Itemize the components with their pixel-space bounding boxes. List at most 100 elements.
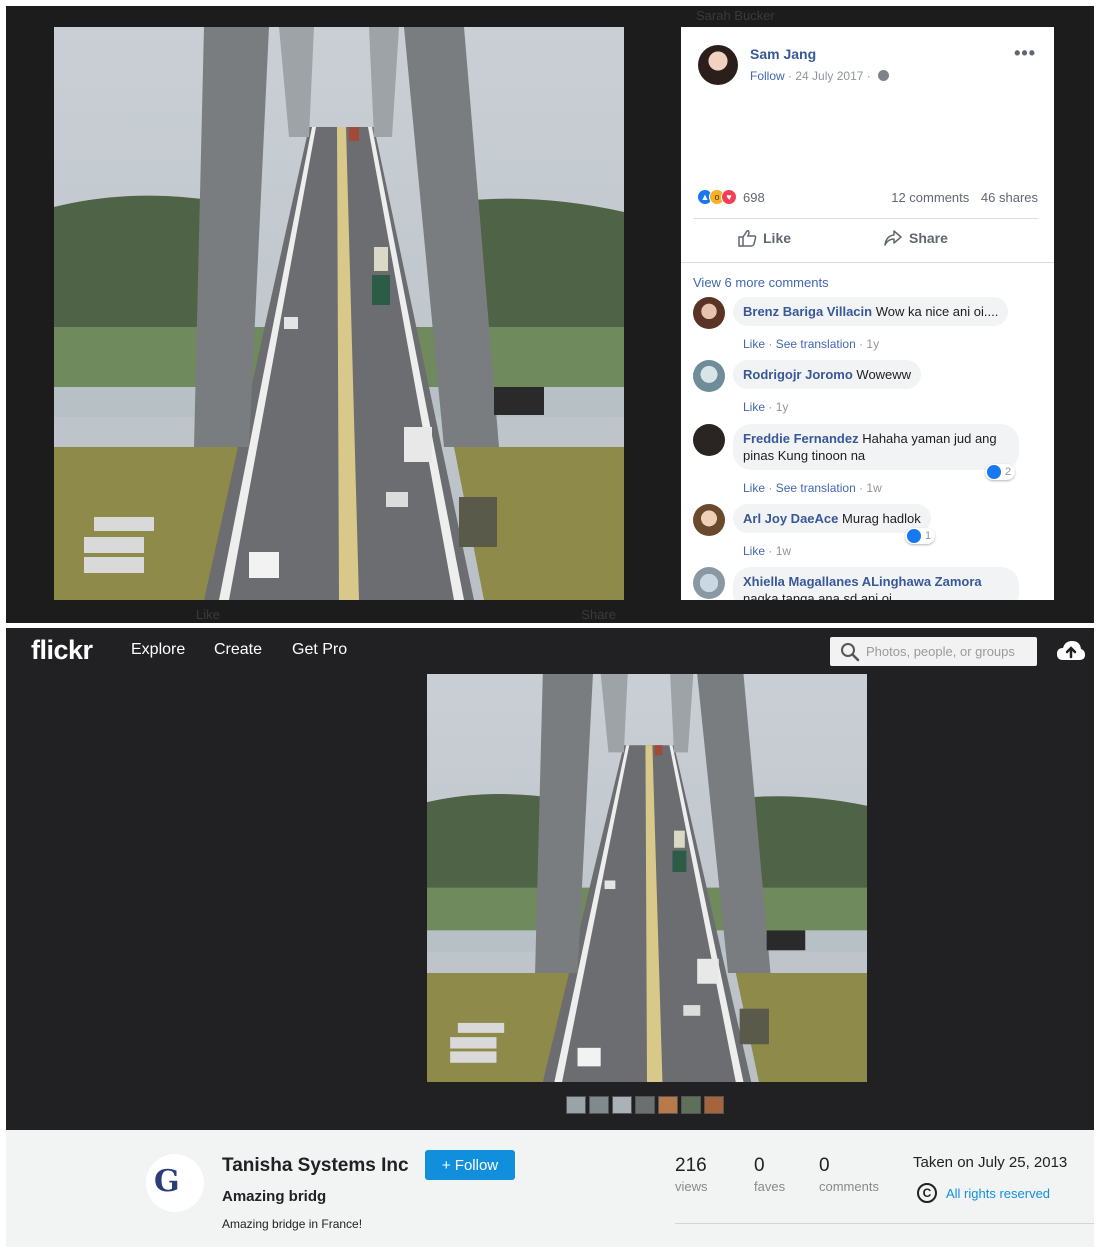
reaction-summary[interactable]: ▲ o ♥ 698 xyxy=(697,189,765,205)
commenter-name[interactable]: Brenz Bariga Villacin xyxy=(743,304,872,319)
comment-item: Rodrigojr Joromo Woweww Like · 1y xyxy=(693,360,1048,420)
bridge-photo[interactable] xyxy=(427,674,867,1082)
bridge-photo[interactable] xyxy=(54,27,624,600)
post-author-avatar[interactable] xyxy=(698,45,738,85)
comment-item: Brenz Bariga Villacin Wow ka nice ani oi… xyxy=(693,297,1048,357)
like-button-label: Like xyxy=(763,230,792,246)
background-action-bar: Like Share xyxy=(196,607,616,622)
comment-reactions[interactable]: 2 xyxy=(985,464,1016,480)
facebook-photo-viewer: Sarah Bucker Like Share Sam Jang Follow … xyxy=(6,6,1094,623)
comment-actions: Like · 1y xyxy=(743,400,789,414)
commenter-avatar[interactable] xyxy=(693,297,725,329)
photo-description: Amazing bridge in France! xyxy=(222,1217,363,1231)
background-like-label: Like xyxy=(196,607,220,622)
commenter-avatar[interactable] xyxy=(693,424,725,456)
owner-avatar[interactable]: G xyxy=(146,1154,204,1212)
thumbnail[interactable] xyxy=(566,1096,586,1114)
post-stats: 12 comments 46 shares xyxy=(891,190,1038,205)
views-count: 216 xyxy=(675,1155,707,1176)
comment-age: 1y xyxy=(866,337,880,351)
thumbnail[interactable] xyxy=(589,1096,609,1114)
thumbnail[interactable] xyxy=(635,1096,655,1114)
comment-actions: Like · See translation · 1w xyxy=(743,481,882,495)
thumbs-up-icon xyxy=(738,230,757,247)
copyright-icon: C xyxy=(917,1183,937,1203)
thumbnail[interactable] xyxy=(612,1096,632,1114)
divider xyxy=(675,1223,1094,1224)
comment-like-link[interactable]: Like xyxy=(743,544,765,558)
more-options-icon[interactable]: ••• xyxy=(1014,43,1036,64)
like-reaction-icon xyxy=(907,529,921,543)
nav-explore[interactable]: Explore xyxy=(131,641,185,659)
share-count[interactable]: 46 shares xyxy=(981,190,1038,205)
comment-count[interactable]: 12 comments xyxy=(891,190,969,205)
post-author-name[interactable]: Sam Jang xyxy=(750,46,816,62)
thumbnail[interactable] xyxy=(658,1096,678,1114)
license-label[interactable]: All rights reserved xyxy=(946,1186,1050,1201)
see-translation-link[interactable]: See translation xyxy=(776,337,856,351)
background-author-name: Sarah Bucker xyxy=(696,8,775,23)
taken-date[interactable]: Taken on July 25, 2013 xyxy=(913,1154,1067,1171)
search-input[interactable] xyxy=(866,644,1026,659)
commenter-avatar[interactable] xyxy=(693,360,725,392)
like-reaction-icon xyxy=(987,465,1001,479)
flickr-photo-page: flickr Explore Create Get Pro G Tanisha … xyxy=(6,628,1094,1247)
flickr-logo[interactable]: flickr xyxy=(31,635,93,666)
see-translation-link[interactable]: See translation xyxy=(776,481,856,495)
comment-bubble: Brenz Bariga Villacin Wow ka nice ani oi… xyxy=(733,297,1009,326)
comment-text: Murag hadlok xyxy=(842,511,921,526)
post-meta: Follow · 24 July 2017 · xyxy=(750,69,890,83)
commenter-name[interactable]: Rodrigojr Joromo xyxy=(743,367,853,382)
views-stat: 216 views xyxy=(675,1155,708,1194)
photostream-thumbnails xyxy=(566,1096,724,1114)
divider xyxy=(681,262,1054,263)
commenter-name[interactable]: Arl Joy DaeAce xyxy=(743,511,838,526)
view-more-comments-link[interactable]: View 6 more comments xyxy=(693,275,829,290)
thumbnail[interactable] xyxy=(681,1096,701,1114)
commenter-avatar[interactable] xyxy=(693,567,725,599)
comment-actions: Like · See translation · 1y xyxy=(743,337,880,351)
commenter-name[interactable]: Xhiella Magallanes ALinghawa Zamora xyxy=(743,574,982,589)
nav-get-pro[interactable]: Get Pro xyxy=(292,641,347,659)
comment-item: Arl Joy DaeAce Murag hadlok 1 Like · 1w xyxy=(693,504,1048,564)
divider xyxy=(693,218,1038,219)
post-date[interactable]: 24 July 2017 xyxy=(795,69,863,83)
follow-button[interactable]: + Follow xyxy=(425,1150,515,1180)
comment-like-link[interactable]: Like xyxy=(743,400,765,414)
upload-cloud-icon[interactable] xyxy=(1056,638,1086,664)
photo-info-bar: G Tanisha Systems Inc + Follow Amazing b… xyxy=(6,1130,1094,1247)
comment-reactions[interactable]: 1 xyxy=(905,528,936,544)
share-button-label: Share xyxy=(909,230,948,246)
photo-title: Amazing bridg xyxy=(222,1188,327,1205)
comment-bubble: Freddie Fernandez Hahaha yaman jud ang p… xyxy=(733,424,1019,470)
top-navigation: flickr Explore Create Get Pro xyxy=(6,628,1094,674)
comment-age: 1y xyxy=(775,400,789,414)
comment-age: 1w xyxy=(866,481,882,495)
reaction-count: 698 xyxy=(743,189,765,205)
owner-name[interactable]: Tanisha Systems Inc xyxy=(222,1155,409,1177)
comment-like-link[interactable]: Like xyxy=(743,337,765,351)
comment-text: nagka tanga ana sd ani oi xyxy=(743,591,892,600)
search-icon[interactable] xyxy=(840,642,860,662)
comments-count: 0 xyxy=(819,1155,830,1176)
search-box[interactable] xyxy=(830,637,1037,666)
share-button[interactable]: Share xyxy=(883,229,948,247)
like-button[interactable]: Like xyxy=(737,229,791,247)
thumbnail[interactable] xyxy=(704,1096,724,1114)
follow-link[interactable]: Follow xyxy=(750,69,785,83)
faves-stat: 0 faves xyxy=(754,1155,785,1194)
post-side-panel: Sam Jang Follow · 24 July 2017 · ••• ▲ o… xyxy=(681,27,1054,600)
commenter-name[interactable]: Freddie Fernandez xyxy=(743,431,859,446)
faves-label: faves xyxy=(754,1179,786,1194)
comment-bubble: Rodrigojr Joromo Woweww xyxy=(733,360,922,389)
comment-age: 1w xyxy=(775,544,792,558)
comment-bubble: Xhiella Magallanes ALinghawa Zamora nagk… xyxy=(733,567,1019,600)
nav-create[interactable]: Create xyxy=(214,641,262,659)
commenter-avatar[interactable] xyxy=(693,504,725,536)
photo-stage xyxy=(6,674,1094,1130)
license-link[interactable]: C All rights reserved xyxy=(917,1183,1050,1203)
comment-like-link[interactable]: Like xyxy=(743,481,765,495)
comment-item: Xhiella Magallanes ALinghawa Zamora nagk… xyxy=(693,567,1048,600)
comment-actions: Like · 1w xyxy=(743,544,792,558)
comment-reaction-count: 2 xyxy=(1005,466,1012,478)
